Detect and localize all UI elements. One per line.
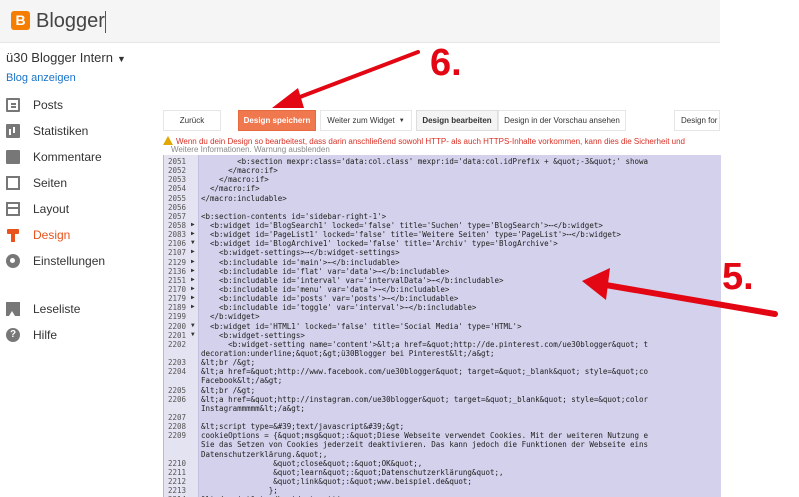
arrowhead-to-code-editor <box>582 268 610 300</box>
step-5-label: 5. <box>722 256 754 298</box>
step-6-label: 6. <box>430 42 462 84</box>
annotation-arrows <box>272 50 778 317</box>
arrow-to-save-button <box>290 50 420 102</box>
arrowhead-to-save-button <box>272 88 304 108</box>
